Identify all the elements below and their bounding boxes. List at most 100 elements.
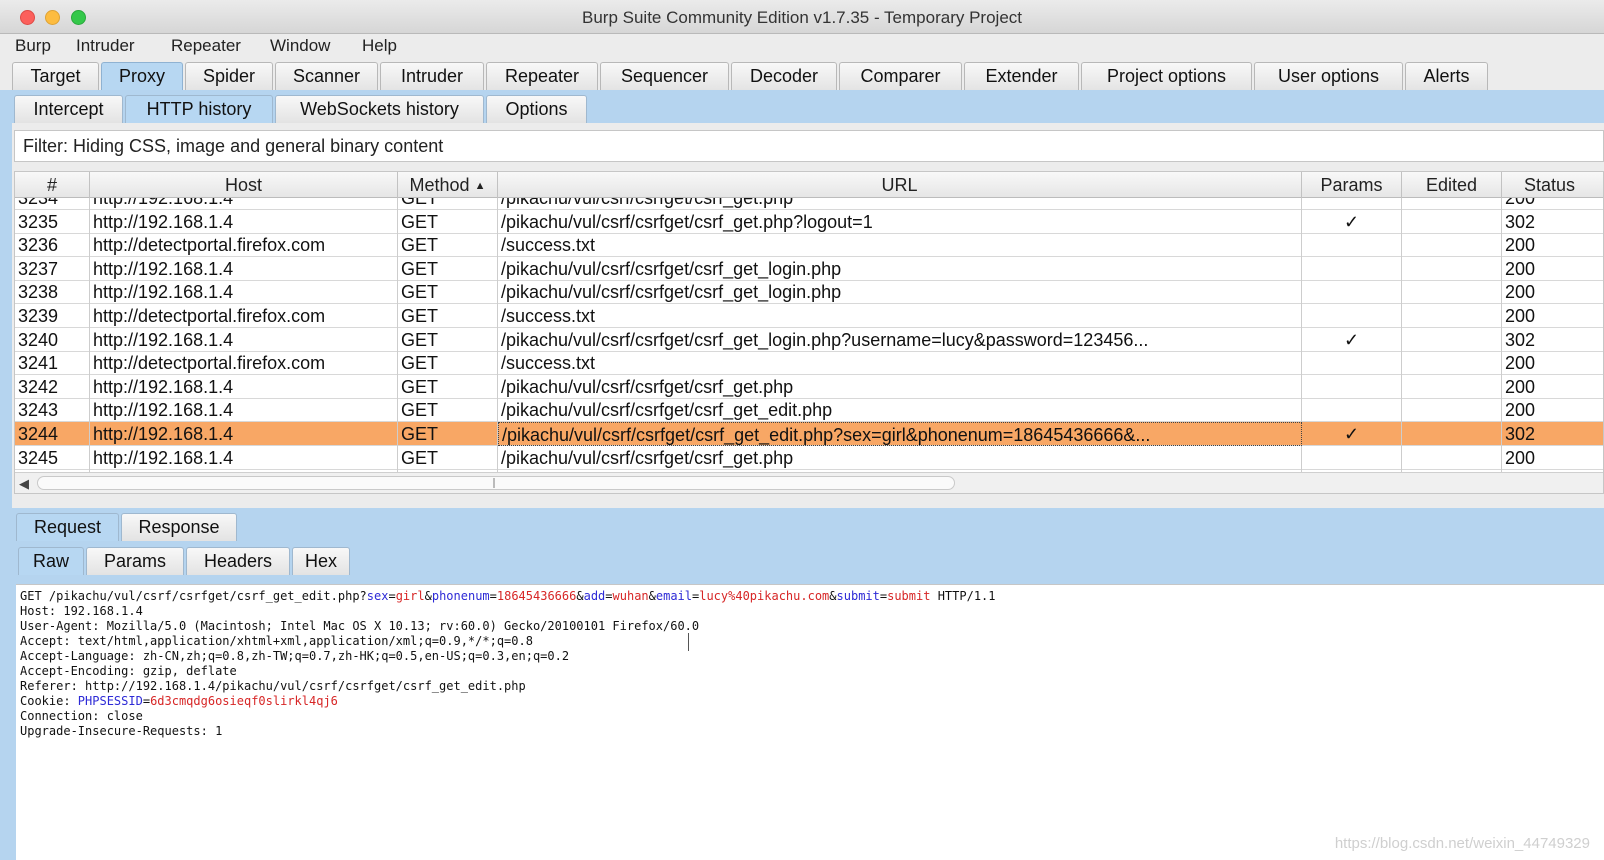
tab-intruder[interactable]: Intruder (380, 62, 484, 90)
cell-url: /pikachu/vul/csrf/csrfget/csrf_get_login… (498, 327, 1302, 352)
cell-host: http://192.168.1.4 (90, 398, 398, 423)
menu-repeater[interactable]: Repeater (171, 36, 241, 56)
cell-num: 3236 (15, 233, 90, 258)
cell-method: GET (398, 327, 498, 352)
window-title: Burp Suite Community Edition v1.7.35 - T… (582, 8, 1022, 27)
cell-url: /pikachu/vul/csrf/csrfget/csrf_get.php (498, 374, 1302, 399)
tab-hex[interactable]: Hex (292, 547, 350, 575)
tab-repeater[interactable]: Repeater (486, 62, 598, 90)
cell-method: GET (398, 398, 498, 423)
table-row[interactable]: 3235 http://192.168.1.4 GET/pikachu/vul/cs… (15, 209, 1603, 234)
cell-url: /pikachu/vul/csrf/csrfget/csrf_get.php?l… (498, 209, 1302, 234)
request-line-segment: & (648, 589, 656, 603)
table-row[interactable]: 3238 http://192.168.1.4 GET/pikachu/vul/cs… (15, 280, 1603, 305)
cell-host: http://192.168.1.4 (90, 209, 398, 234)
menu-help[interactable]: Help (362, 36, 397, 56)
tab-decoder[interactable]: Decoder (731, 62, 837, 90)
cell-params (1302, 351, 1402, 376)
table-row[interactable]: 3240 http://192.168.1.4 GET/pikachu/vul/cs… (15, 327, 1603, 352)
tab-scanner[interactable]: Scanner (275, 62, 378, 90)
request-line-segment: add (583, 589, 606, 603)
table-row[interactable]: 3245 http://192.168.1.4 GET/pikachu/vul/cs… (15, 445, 1603, 470)
tab-response[interactable]: Response (121, 513, 237, 541)
table-row[interactable]: 3241 http://detectportal.firefox.com GET/s… (15, 351, 1603, 376)
cell-num: 3234 (15, 198, 90, 210)
tab-raw[interactable]: Raw (18, 547, 84, 575)
table-row[interactable]: 3236 http://detectportal.firefox.com GET/s… (15, 233, 1603, 258)
cell-host: http://detectportal.firefox.com (90, 304, 398, 328)
cell-status: 200 (1502, 375, 1603, 399)
cell-status: 302 (1502, 422, 1603, 446)
scrollbar-thumb[interactable] (37, 476, 955, 490)
cell-url: /pikachu/vul/csrf/csrfget/csrf_get.php (498, 445, 1302, 470)
raw-request-editor[interactable]: GET /pikachu/vul/csrf/csrfget/csrf_get_e… (16, 584, 1604, 860)
menu-burp[interactable]: Burp (15, 36, 51, 56)
table-row[interactable]: 3234 http://192.168.1.4 GET/pikachu/vul/cs… (15, 198, 1603, 210)
tab-headers[interactable]: Headers (186, 547, 290, 575)
tab-params[interactable]: Params (86, 547, 184, 575)
header-referer: Referer: http://192.168.1.4/pikachu/vul/… (20, 679, 526, 693)
cell-method: GET (398, 445, 498, 470)
menu-intruder[interactable]: Intruder (76, 36, 135, 56)
tab-user-options[interactable]: User options (1254, 62, 1403, 90)
cell-method: GET (398, 198, 498, 210)
column-header-host[interactable]: Host (90, 172, 398, 198)
table-row[interactable]: 3242 http://192.168.1.4 GET/pikachu/vul/cs… (15, 374, 1603, 399)
tab-intercept[interactable]: Intercept (14, 95, 123, 123)
column-header-url[interactable]: URL (498, 172, 1302, 198)
cell-edited (1402, 209, 1502, 234)
header-cookie: Cookie: PHPSESSID=6d3cmqdg6osieqf0slirkl… (20, 694, 338, 709)
message-editor-panel: Request Response Raw Params Headers Hex … (12, 508, 1604, 860)
column-header-status[interactable]: Status (1502, 172, 1603, 198)
tab-target[interactable]: Target (12, 62, 99, 90)
table-body: 3234 http://192.168.1.4 GET/pikachu/vul/cs… (15, 198, 1603, 472)
http-history-content: Filter: Hiding CSS, image and general bi… (12, 123, 1604, 860)
filter-bar[interactable]: Filter: Hiding CSS, image and general bi… (14, 130, 1604, 162)
tab-http-history[interactable]: HTTP history (125, 95, 273, 123)
tab-websockets-history[interactable]: WebSockets history (275, 95, 484, 123)
tab-alerts[interactable]: Alerts (1405, 62, 1488, 90)
tab-spider[interactable]: Spider (185, 62, 273, 90)
header-accept-encoding: Accept-Encoding: gzip, deflate (20, 664, 237, 678)
table-row[interactable]: 3237 http://192.168.1.4 GET/pikachu/vul/cs… (15, 256, 1603, 281)
tab-options[interactable]: Options (486, 95, 587, 123)
horizontal-scrollbar[interactable]: ◀ (15, 472, 1603, 493)
cell-params: ✓ (1302, 327, 1402, 352)
proxy-panel: Intercept HTTP history WebSockets histor… (0, 90, 1604, 860)
cell-host: http://192.168.1.4 (90, 256, 398, 281)
header-upgrade-insecure-requests: Upgrade-Insecure-Requests: 1 (20, 724, 223, 738)
column-header-method-label: Method (409, 175, 470, 195)
cell-method: GET (398, 304, 498, 328)
cell-status: 200 (1502, 446, 1603, 470)
table-row[interactable]: 3243 http://192.168.1.4 GET/pikachu/vul/cs… (15, 398, 1603, 423)
column-header-method[interactable]: Method ▲ (398, 172, 498, 198)
cell-status: 200 (1502, 198, 1603, 210)
cell-edited (1402, 445, 1502, 470)
tab-proxy[interactable]: Proxy (101, 62, 183, 90)
tab-comparer[interactable]: Comparer (839, 62, 962, 90)
tab-extender[interactable]: Extender (964, 62, 1079, 90)
request-line-segment: phonenum (431, 589, 490, 603)
column-header-number[interactable]: # (15, 172, 90, 198)
cell-edited (1402, 280, 1502, 305)
cell-host: http://detectportal.firefox.com (90, 351, 398, 376)
request-line-segment: HTTP/1.1 (930, 589, 996, 603)
tab-project-options[interactable]: Project options (1081, 62, 1252, 90)
cell-edited (1402, 398, 1502, 423)
column-header-params[interactable]: Params (1302, 172, 1402, 198)
request-line-segment: submit (836, 589, 880, 603)
cell-params (1302, 304, 1402, 328)
http-history-table: # Host Method ▲ URL Params Edited Status… (14, 171, 1604, 494)
tab-sequencer[interactable]: Sequencer (600, 62, 729, 90)
column-header-edited[interactable]: Edited (1402, 172, 1502, 198)
table-row[interactable]: 3244 http://192.168.1.4 GET/pikachu/vul/cs… (15, 422, 1603, 446)
cell-url: /pikachu/vul/csrf/csrfget/csrf_get_edit.… (498, 422, 1302, 446)
cell-url: /pikachu/vul/csrf/csrfget/csrf_get_edit.… (498, 398, 1302, 423)
menu-window[interactable]: Window (270, 36, 330, 56)
cell-edited (1402, 351, 1502, 376)
cell-num: 3243 (15, 398, 90, 423)
table-row[interactable]: 3239 http://detectportal.firefox.com GET/s… (15, 304, 1603, 328)
cell-num: 3239 (15, 304, 90, 328)
tab-request[interactable]: Request (16, 513, 119, 541)
scroll-left-arrow-icon[interactable]: ◀ (19, 476, 29, 492)
